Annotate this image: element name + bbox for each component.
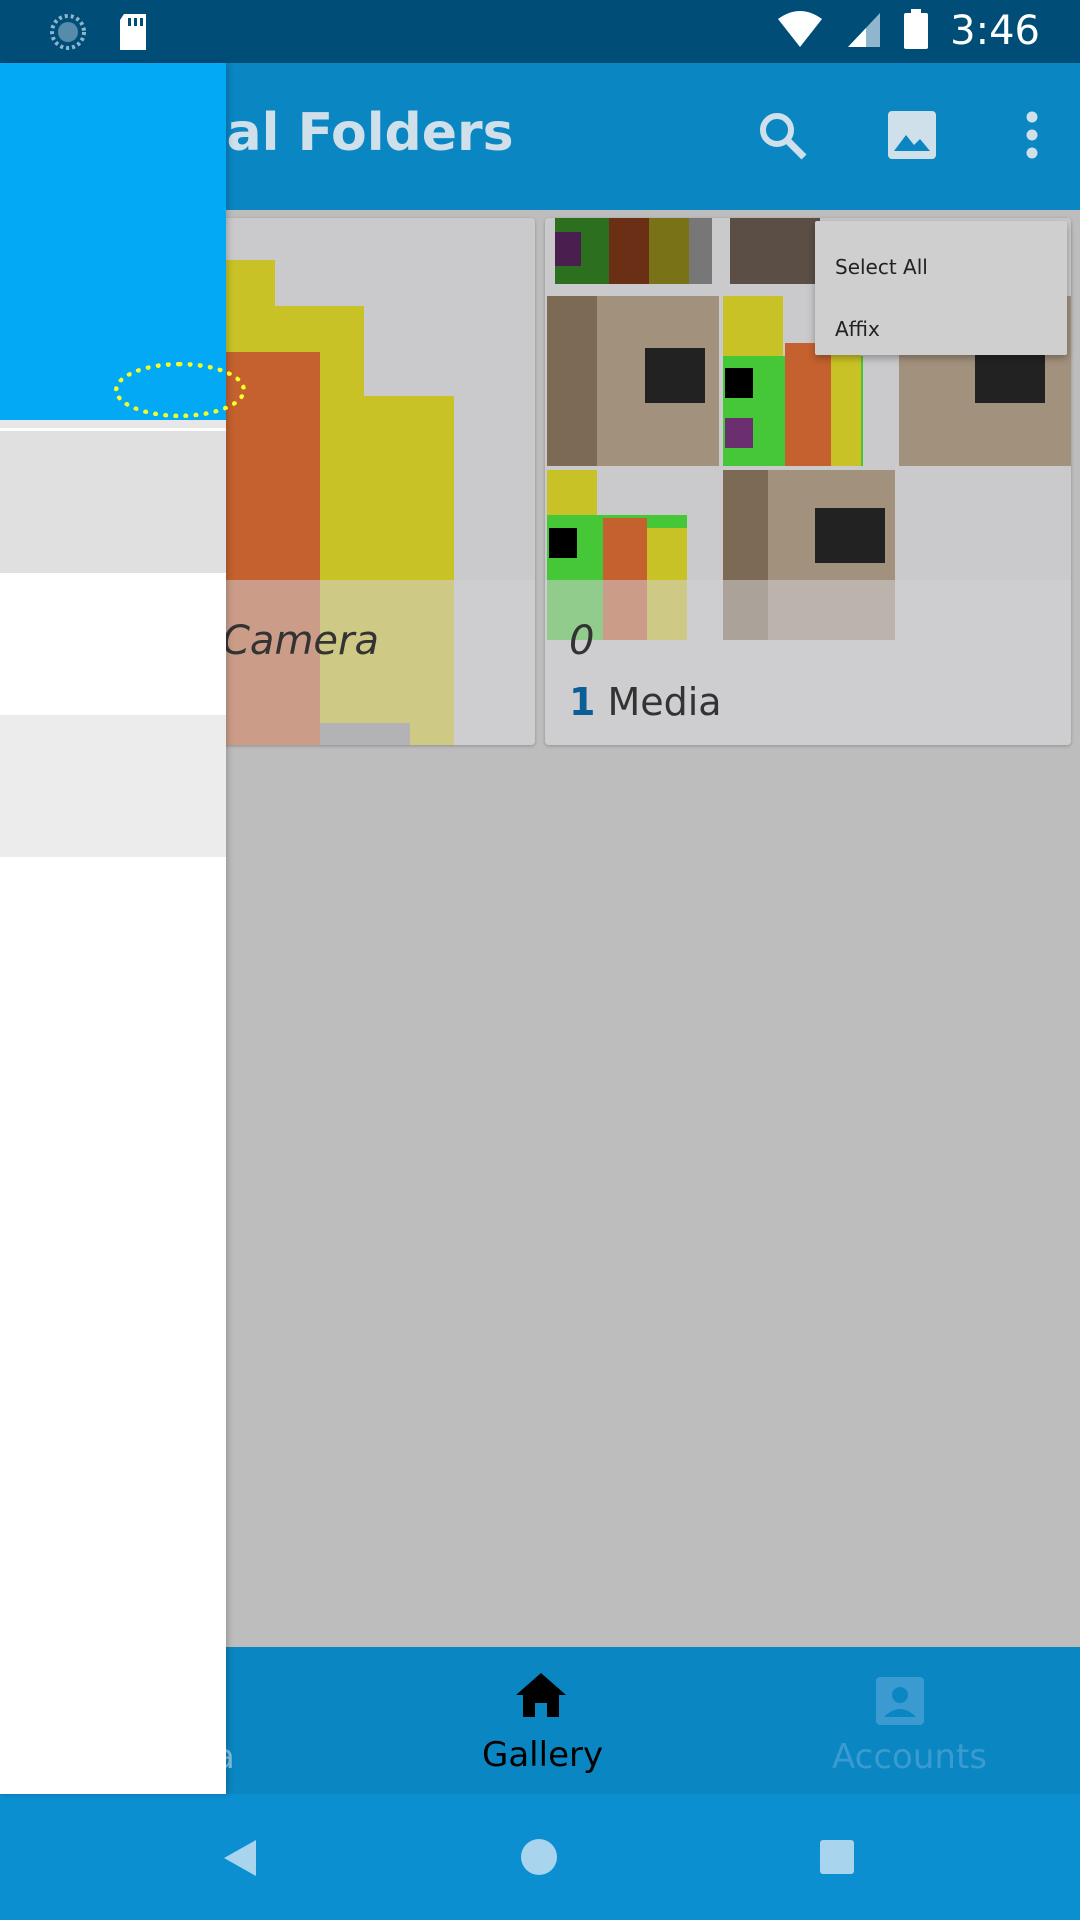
back-icon[interactable] bbox=[222, 1838, 258, 1882]
folder-name: Camera bbox=[222, 618, 379, 664]
menu-item-affix[interactable]: Affix bbox=[835, 317, 880, 341]
wifi-icon bbox=[776, 9, 824, 53]
signal-icon bbox=[846, 9, 882, 53]
nav-item-gallery-label: Gallery bbox=[482, 1735, 604, 1775]
system-navigation-bar bbox=[0, 1794, 1080, 1920]
account-box-icon bbox=[876, 1677, 924, 1725]
folder-name: 0 bbox=[569, 618, 595, 664]
nav-item-accounts-label: Accounts bbox=[832, 1737, 987, 1777]
media-count-number: 1 bbox=[569, 680, 596, 724]
folder-card-camera[interactable]: Camera bbox=[200, 218, 535, 745]
image-button[interactable] bbox=[884, 107, 940, 163]
media-count-label: Media bbox=[607, 680, 722, 724]
overflow-menu: Select All Affix bbox=[815, 221, 1067, 355]
sync-icon bbox=[48, 12, 88, 56]
more-vert-icon bbox=[1026, 111, 1038, 159]
image-icon bbox=[888, 111, 936, 159]
home-circle-icon[interactable] bbox=[520, 1838, 558, 1880]
drawer-item[interactable] bbox=[0, 715, 226, 857]
menu-item-select-all[interactable]: Select All bbox=[835, 255, 928, 279]
more-options-button[interactable] bbox=[1004, 107, 1060, 163]
recents-icon[interactable] bbox=[820, 1840, 854, 1878]
drawer-item[interactable] bbox=[0, 573, 226, 715]
folder-media-count: 1 Media bbox=[569, 680, 722, 724]
drawer-item[interactable] bbox=[0, 431, 226, 573]
search-button[interactable] bbox=[754, 107, 810, 163]
status-bar: 3:46 bbox=[0, 0, 1080, 63]
status-time: 3:46 bbox=[950, 8, 1040, 54]
navigation-drawer bbox=[0, 63, 226, 1794]
battery-icon bbox=[904, 9, 929, 53]
sd-card-icon bbox=[116, 12, 150, 56]
touch-indicator bbox=[114, 362, 246, 418]
search-icon bbox=[760, 113, 807, 160]
home-icon bbox=[516, 1673, 566, 1717]
